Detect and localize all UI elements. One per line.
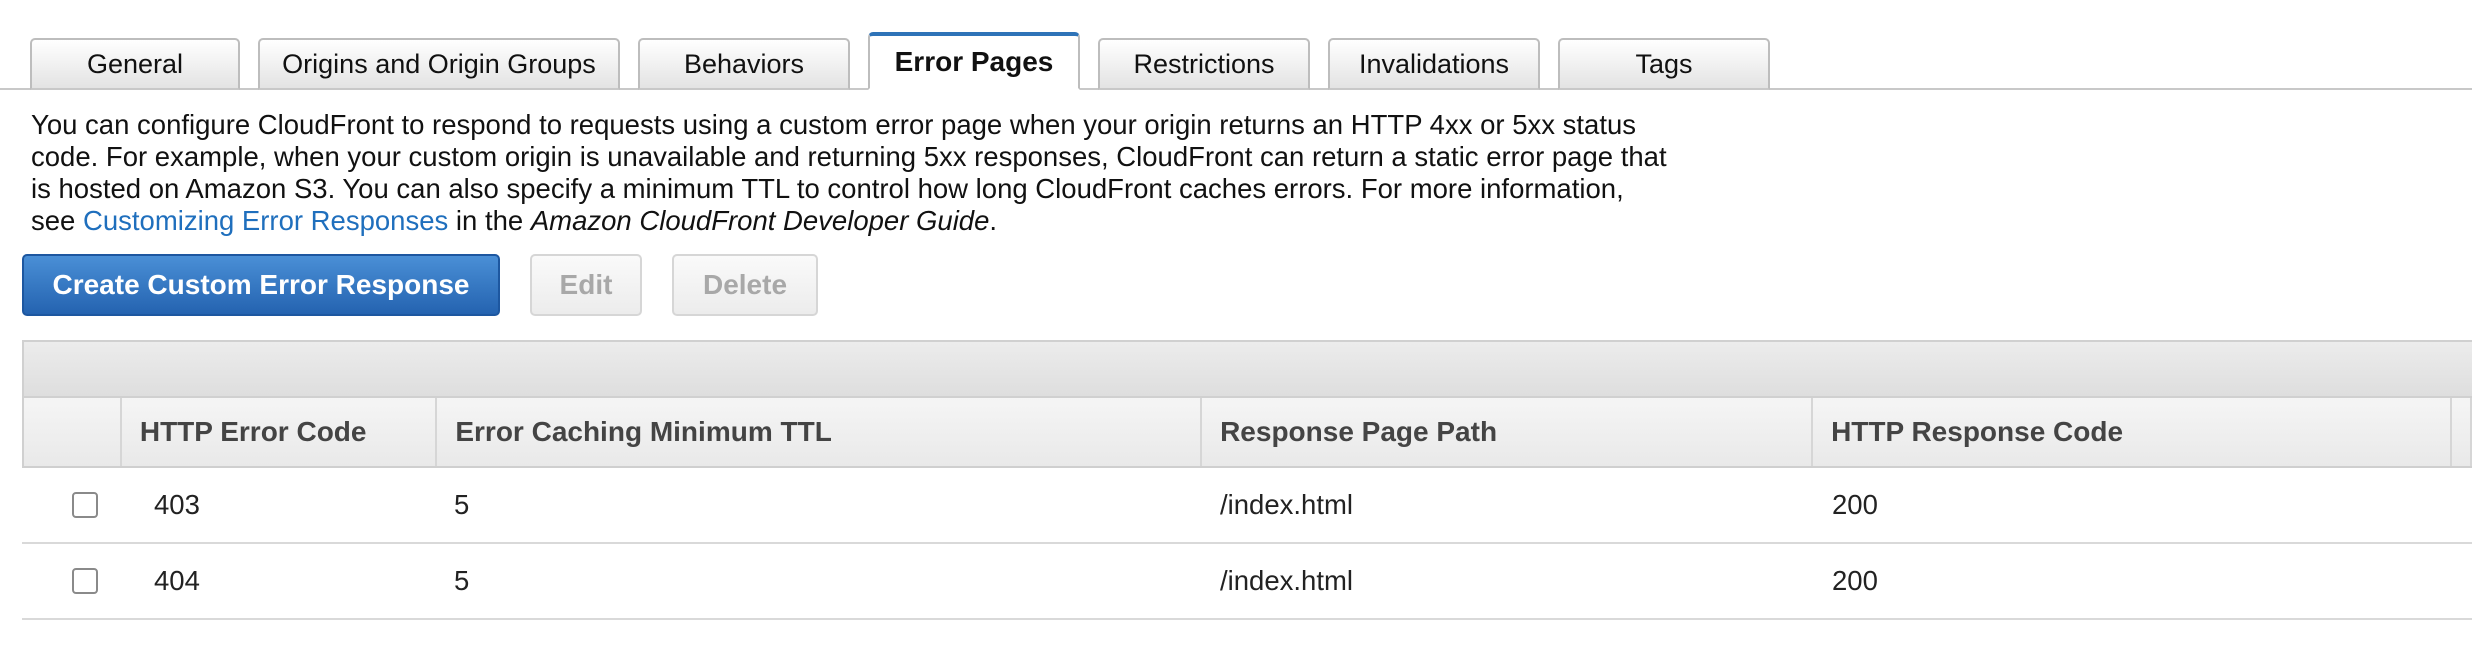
description-end-text: . bbox=[989, 205, 998, 236]
column-header-http-response-code[interactable]: HTTP Response Code bbox=[1813, 398, 2453, 466]
edit-button[interactable]: Edit bbox=[530, 254, 642, 316]
tab-restrictions[interactable]: Restrictions bbox=[1098, 38, 1310, 90]
row-select-cell bbox=[22, 544, 120, 618]
cell-response-code: 200 bbox=[1832, 489, 1878, 520]
row-select-cell bbox=[22, 468, 120, 542]
column-header-response-page-path[interactable]: Response Page Path bbox=[1202, 398, 1814, 466]
tab-bar: General Origins and Origin Groups Behavi… bbox=[0, 0, 2472, 90]
tab-tags[interactable]: Tags bbox=[1558, 38, 1770, 90]
table-toolbar bbox=[22, 340, 2472, 398]
customizing-error-responses-link[interactable]: Customizing Error Responses bbox=[83, 205, 448, 236]
cell-error-code: 403 bbox=[154, 489, 200, 520]
tab-error-pages[interactable]: Error Pages bbox=[868, 32, 1080, 90]
error-responses-table: HTTP Error Code Error Caching Minimum TT… bbox=[22, 340, 2472, 620]
select-column-header bbox=[24, 398, 122, 466]
table-row[interactable]: 403 5 /index.html 200 bbox=[22, 468, 2472, 544]
description-middle-text: in the bbox=[448, 205, 531, 236]
error-pages-description: You can configure CloudFront to respond … bbox=[31, 109, 1671, 237]
tab-invalidations[interactable]: Invalidations bbox=[1328, 38, 1540, 90]
tab-origins[interactable]: Origins and Origin Groups bbox=[258, 38, 620, 90]
cell-response-code: 200 bbox=[1832, 565, 1878, 596]
developer-guide-title: Amazon CloudFront Developer Guide bbox=[530, 205, 990, 236]
row-checkbox[interactable] bbox=[72, 568, 98, 594]
column-header-filler bbox=[2452, 398, 2472, 466]
cell-ttl: 5 bbox=[454, 565, 470, 596]
table-row[interactable]: 404 5 /index.html 200 bbox=[22, 544, 2472, 620]
delete-button[interactable]: Delete bbox=[672, 254, 818, 316]
column-header-error-caching-min-ttl[interactable]: Error Caching Minimum TTL bbox=[437, 398, 1203, 466]
cell-response-page-path: /index.html bbox=[1220, 565, 1353, 596]
tab-behaviors[interactable]: Behaviors bbox=[638, 38, 850, 90]
row-checkbox[interactable] bbox=[72, 492, 98, 518]
column-header-http-error-code[interactable]: HTTP Error Code bbox=[122, 398, 438, 466]
table-header: HTTP Error Code Error Caching Minimum TT… bbox=[22, 398, 2472, 468]
cell-ttl: 5 bbox=[454, 489, 470, 520]
cell-error-code: 404 bbox=[154, 565, 200, 596]
cell-response-page-path: /index.html bbox=[1220, 489, 1353, 520]
tab-general[interactable]: General bbox=[30, 38, 240, 90]
create-custom-error-response-button[interactable]: Create Custom Error Response bbox=[22, 254, 500, 316]
